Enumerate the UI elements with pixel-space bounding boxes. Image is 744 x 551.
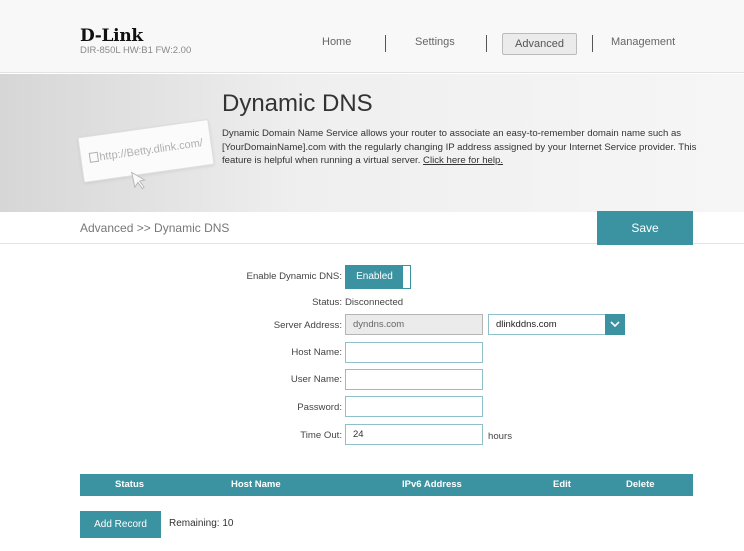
top-header: D-Link DIR-850L HW:B1 FW:2.00 Home Setti… — [0, 0, 744, 73]
model-info: DIR-850L HW:B1 FW:2.00 — [80, 45, 192, 56]
column-ipv6-address: IPv6 Address — [402, 479, 462, 490]
enable-ddns-toggle-state: Enabled — [346, 266, 403, 288]
nav-management[interactable]: Management — [611, 36, 675, 48]
host-name-input[interactable] — [345, 342, 483, 363]
time-out-unit: hours — [488, 431, 512, 442]
host-name-label: Host Name: — [291, 347, 342, 358]
server-address-input: dyndns.com — [345, 314, 483, 335]
dlink-logo: D-Link — [80, 26, 143, 46]
nav-settings[interactable]: Settings — [415, 36, 455, 48]
page-title: Dynamic DNS — [222, 90, 373, 117]
enable-ddns-toggle[interactable]: Enabled — [345, 265, 411, 289]
column-host-name: Host Name — [231, 479, 281, 490]
server-address-select[interactable]: dlinkddns.com — [488, 314, 625, 335]
chevron-down-icon[interactable] — [605, 314, 625, 335]
nav-divider — [486, 35, 487, 52]
server-address-select-value: dlinkddns.com — [496, 319, 557, 330]
records-table-header: Status Host Name IPv6 Address Edit Delet… — [80, 474, 693, 496]
page-icon — [88, 151, 100, 163]
server-address-label: Server Address: — [273, 320, 342, 331]
breadcrumb: Advanced >> Dynamic DNS — [80, 221, 230, 235]
column-status: Status — [115, 479, 145, 490]
time-out-input[interactable]: 24 — [345, 424, 483, 445]
user-name-label: User Name: — [290, 374, 342, 385]
nav-advanced[interactable]: Advanced — [502, 33, 577, 55]
remaining-count: Remaining: 10 — [169, 518, 234, 529]
nav-home[interactable]: Home — [322, 36, 351, 48]
column-delete: Delete — [626, 479, 655, 490]
password-input[interactable] — [345, 396, 483, 417]
time-out-label: Time Out: — [300, 430, 342, 441]
save-button[interactable]: Save — [597, 211, 693, 245]
nav-divider — [385, 35, 386, 52]
user-name-input[interactable] — [345, 369, 483, 390]
nav-divider — [592, 35, 593, 52]
status-value: Disconnected — [345, 297, 404, 308]
add-record-button[interactable]: Add Record — [80, 511, 161, 538]
page-description: Dynamic Domain Name Service allows your … — [222, 127, 702, 168]
url-illustration-text: http://Betty.dlink.com/ — [98, 137, 204, 164]
help-link[interactable]: Click here for help. — [423, 155, 503, 166]
column-edit: Edit — [553, 479, 571, 490]
status-label: Status: — [312, 297, 342, 308]
password-label: Password: — [297, 402, 342, 413]
enable-ddns-label: Enable Dynamic DNS: — [246, 271, 342, 282]
